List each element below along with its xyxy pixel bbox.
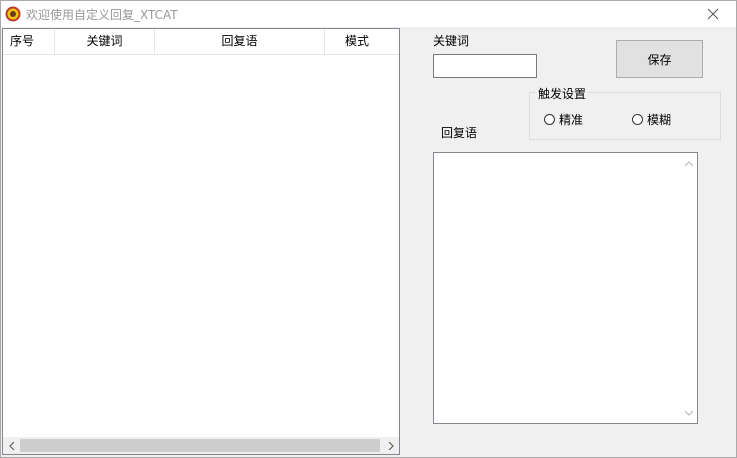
reply-label: 回复语 — [441, 126, 478, 140]
scrollbar-thumb[interactable] — [20, 439, 380, 452]
radio-fuzzy-icon[interactable] — [632, 114, 643, 125]
radio-exact-icon[interactable] — [544, 114, 555, 125]
app-icon — [5, 6, 21, 22]
radio-exact[interactable]: 精准 — [544, 111, 583, 128]
list-header: 序号 关键词 回复语 模式 — [3, 29, 399, 55]
column-header-keyword[interactable]: 关键词 — [55, 29, 155, 54]
reply-textarea[interactable] — [433, 152, 698, 424]
scroll-up-icon[interactable] — [680, 155, 697, 172]
scroll-left-icon[interactable] — [3, 437, 20, 454]
close-icon — [707, 8, 719, 20]
scroll-right-icon[interactable] — [382, 437, 399, 454]
keyword-label: 关键词 — [433, 34, 470, 48]
save-button[interactable]: 保存 — [616, 40, 703, 78]
reply-list[interactable]: 序号 关键词 回复语 模式 — [2, 28, 400, 455]
keyword-input[interactable] — [433, 54, 537, 78]
column-header-index[interactable]: 序号 — [3, 29, 55, 54]
column-header-mode[interactable]: 模式 — [325, 29, 399, 54]
radio-fuzzy[interactable]: 模糊 — [632, 111, 671, 128]
horizontal-scrollbar[interactable] — [3, 437, 399, 454]
radio-fuzzy-label[interactable]: 模糊 — [647, 111, 671, 128]
vertical-scrollbar[interactable] — [680, 153, 697, 423]
scroll-down-icon[interactable] — [680, 404, 697, 421]
trigger-settings-title: 触发设置 — [536, 85, 589, 102]
column-header-reply[interactable]: 回复语 — [155, 29, 325, 54]
main-window: 欢迎使用自定义回复_XTCAT 序号 关键词 回复语 模式 关键词 保存 触发设… — [0, 0, 737, 458]
window-title: 欢迎使用自定义回复_XTCAT — [26, 8, 178, 22]
trigger-settings-group: 触发设置 精准 模糊 — [529, 85, 721, 140]
radio-exact-label[interactable]: 精准 — [559, 111, 583, 128]
title-bar: 欢迎使用自定义回复_XTCAT — [1, 1, 736, 27]
close-button[interactable] — [690, 1, 736, 27]
